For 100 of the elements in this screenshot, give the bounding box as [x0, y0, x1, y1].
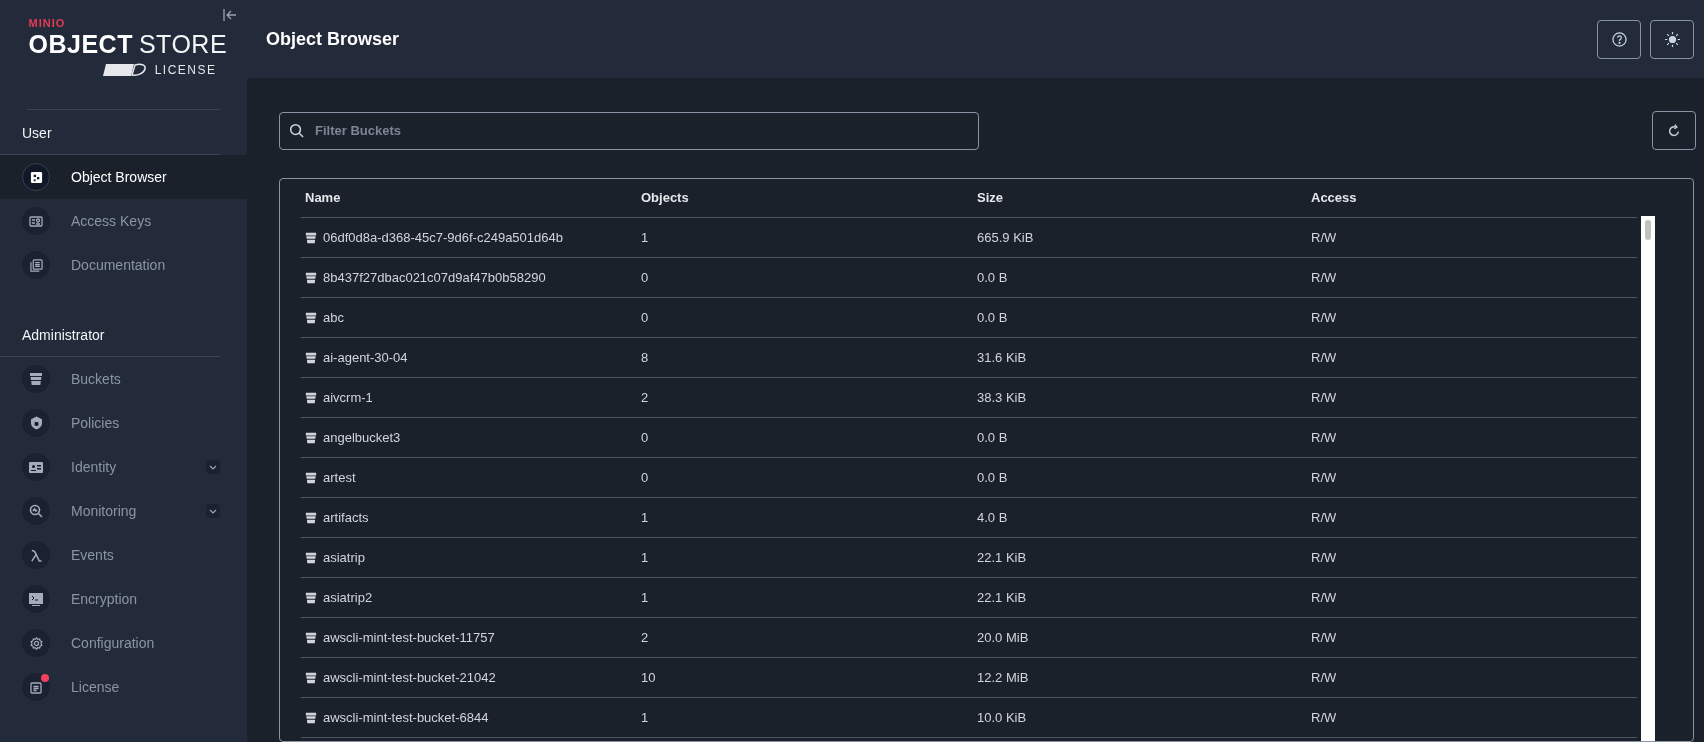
table-cell-text: 1 — [641, 588, 650, 607]
bucket-row[interactable]: 8b437f27dbac021c07d9af47b0b58290 0 0.0 B R/W — [301, 258, 1637, 298]
page-title: Object Browser — [266, 27, 400, 51]
nav-item-icon — [29, 504, 43, 518]
bucket-icon — [305, 711, 317, 724]
table-cell-text: 8 — [641, 348, 650, 367]
bucket-icon — [305, 231, 317, 244]
bucket-name: awscli-mint-test-bucket-6844 — [323, 708, 489, 727]
column-header[interactable]: Objects — [641, 188, 977, 208]
bucket-row[interactable]: awscli-mint-test-bucket-11757 2 20.0 MiB R/W — [301, 618, 1637, 658]
table-cell-text: 0.0 B — [977, 468, 1009, 487]
table-cell-text: 10 — [641, 668, 657, 687]
theme-toggle-button[interactable] — [1650, 19, 1694, 59]
sidebar-item[interactable]: Monitoring — [0, 489, 247, 533]
table-cell-text: 1 — [641, 228, 650, 247]
filter-buckets-field[interactable]: Filter Buckets — [279, 111, 979, 150]
bucket-name: abc — [323, 308, 344, 327]
bucket-name: 8b437f27dbac021c07d9af47b0b58290 — [323, 268, 546, 287]
scrollbar-thumb[interactable] — [1645, 220, 1651, 240]
bucket-row[interactable]: awscli-mint-test-bucket-21042 10 12.2 MiB R/W — [301, 658, 1637, 698]
product-title: STORE — [138, 32, 228, 57]
bucket-name: asiatrip — [323, 548, 365, 567]
bucket-row[interactable]: asiatrip 1 22.1 KiB R/W — [301, 538, 1637, 578]
sidebar-item[interactable]: License — [0, 665, 247, 709]
bucket-icon — [305, 511, 317, 524]
bucket-name: 06df0d8a-d368-45c7-9d6f-c249a501d64b — [323, 228, 563, 247]
bucket-icon — [305, 671, 317, 684]
table-cell-text: 4.0 B — [977, 508, 1009, 527]
brand-logo-text: MINIO — [28, 18, 67, 29]
bucket-row[interactable]: aivcrm-1 2 38.3 KiB R/W — [301, 378, 1637, 418]
table-cell-text: 10.0 KiB — [977, 708, 1028, 727]
bucket-name: angelbucket3 — [323, 428, 401, 447]
bucket-icon — [305, 351, 317, 364]
table-cell-text: R/W — [1311, 308, 1338, 327]
bucket-icon — [305, 311, 317, 324]
column-header[interactable]: Name — [305, 188, 641, 208]
table-cell-text: 0 — [641, 308, 650, 327]
nav-item-icon — [29, 373, 43, 385]
bucket-name: artifacts — [323, 508, 369, 527]
bucket-row[interactable]: angelbucket3 0 0.0 B R/W — [301, 418, 1637, 458]
sidebar-item[interactable]: Events — [0, 533, 247, 577]
table-cell-text: 22.1 KiB — [977, 548, 1028, 567]
bucket-icon — [305, 471, 317, 484]
table-cell-text: 22.1 KiB — [977, 588, 1028, 607]
collapse-sidebar-icon[interactable] — [223, 9, 237, 21]
expand-chevron-icon[interactable] — [206, 460, 220, 474]
nav-item-icon — [29, 461, 43, 473]
table-cell-text: 31.6 KiB — [977, 348, 1028, 367]
bucket-icon — [305, 591, 317, 604]
sidebar-item[interactable]: Documentation — [0, 243, 247, 287]
nav-item-icon — [29, 258, 43, 272]
bucket-name: aivcrm-1 — [323, 388, 373, 407]
bucket-row[interactable]: ai-agent-30-04 8 31.6 KiB R/W — [301, 338, 1637, 378]
refresh-button[interactable] — [1652, 111, 1696, 150]
sidebar-item[interactable]: Identity — [0, 445, 247, 489]
table-cell-text: R/W — [1311, 268, 1338, 287]
bucket-icon — [305, 391, 317, 404]
nav-item-icon — [29, 548, 43, 562]
refresh-icon — [1667, 123, 1681, 138]
table-cell-text: R/W — [1311, 588, 1338, 607]
table-cell-text: 0.0 B — [977, 428, 1009, 447]
bucket-row[interactable]: 06df0d8a-d368-45c7-9d6f-c249a501d64b 1 665.9 KiB R/W — [301, 218, 1637, 258]
table-cell-text: 38.3 KiB — [977, 388, 1028, 407]
column-header[interactable]: Size — [977, 188, 1311, 208]
expand-chevron-icon[interactable] — [206, 504, 220, 518]
sun-icon — [1664, 31, 1680, 47]
table-cell-text: 2 — [641, 628, 650, 647]
help-button[interactable] — [1597, 19, 1641, 59]
bucket-icon — [305, 271, 317, 284]
bucket-name: asiatrip2 — [323, 588, 373, 607]
sidebar-item[interactable]: Encryption — [0, 577, 247, 621]
table-cell-text: 0 — [641, 268, 650, 287]
sidebar-item[interactable]: Object Browser — [0, 155, 247, 199]
table-cell-text: R/W — [1311, 388, 1338, 407]
sidebar-item[interactable]: Access Keys — [0, 199, 247, 243]
table-cell-text: 2 — [641, 388, 650, 407]
license-label: LICENSE — [154, 62, 217, 79]
nav-item-icon — [29, 215, 43, 227]
table-cell-text: 20.0 MiB — [977, 628, 1030, 647]
section-heading: Administrator — [0, 312, 220, 357]
table-cell-text: 665.9 KiB — [977, 228, 1035, 247]
table-cell-text: R/W — [1311, 348, 1338, 367]
table-cell-text: R/W — [1311, 708, 1338, 727]
column-header[interactable]: Access — [1311, 188, 1637, 208]
table-cell-text: R/W — [1311, 508, 1338, 527]
table-cell-text: 12.2 MiB — [977, 668, 1030, 687]
table-cell-text: 0 — [641, 428, 650, 447]
agpl-badge-icon — [101, 62, 147, 78]
bucket-row[interactable]: awscli-mint-test-bucket-6844 1 10.0 KiB R/W — [301, 698, 1637, 738]
bucket-row[interactable]: abc 0 0.0 B R/W — [301, 298, 1637, 338]
search-icon — [289, 122, 304, 138]
bucket-row[interactable]: artest 0 0.0 B R/W — [301, 458, 1637, 498]
table-cell-text: 0.0 B — [977, 308, 1009, 327]
sidebar-item[interactable]: Buckets — [0, 357, 247, 401]
sidebar-item[interactable]: Configuration — [0, 621, 247, 665]
bucket-name: awscli-mint-test-bucket-11757 — [323, 628, 495, 647]
bucket-name: ai-agent-30-04 — [323, 348, 408, 367]
bucket-row[interactable]: artifacts 1 4.0 B R/W — [301, 498, 1637, 538]
bucket-row[interactable]: asiatrip2 1 22.1 KiB R/W — [301, 578, 1637, 618]
sidebar-item[interactable]: Policies — [0, 401, 247, 445]
